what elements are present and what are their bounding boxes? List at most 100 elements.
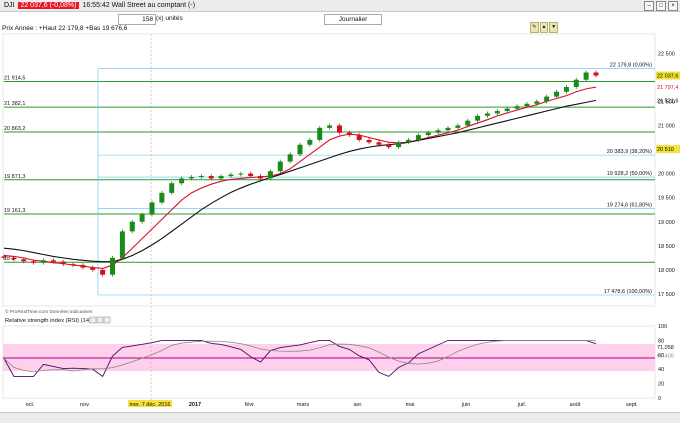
candle-body [287, 154, 293, 162]
rsi-settings-icon[interactable] [89, 316, 97, 324]
candle-body [593, 72, 599, 76]
candle-body [583, 72, 589, 80]
candle-body [149, 202, 155, 215]
candle-body [297, 144, 303, 155]
time-tick-label: mai [406, 402, 415, 408]
time-tick-label: 2017 [189, 402, 201, 408]
level-label: 19 871,3 [4, 174, 25, 180]
price-axis: 22 50022 00021 50021 00020 50020 00019 5… [656, 51, 680, 298]
rsi-title: Relative strength index (RSI) (14) [5, 318, 91, 324]
candle-body [110, 257, 116, 275]
candle-body [100, 269, 106, 275]
candle-body [544, 96, 550, 102]
rsi-tick-label: 0 [658, 396, 661, 402]
time-tick-label: févr. [245, 402, 256, 408]
rsi-value2-label: 67,400 [657, 353, 674, 359]
candle-body [238, 173, 244, 175]
rsi-axis: 10080604020071,05867,400 [656, 324, 680, 402]
price-tick-label: 19 500 [658, 196, 675, 202]
price-tick-label: 17 500 [658, 292, 675, 298]
time-tick-label: juin [461, 402, 471, 408]
rsi-close-icon[interactable] [103, 316, 111, 324]
candle-body [50, 260, 56, 262]
candle-body [139, 214, 145, 222]
candle-body [80, 265, 86, 268]
marker-20510-label: 20 510 [657, 147, 674, 153]
price-panel [2, 33, 656, 307]
candle-body [475, 115, 481, 121]
rsi-toolbar-icons [89, 316, 111, 324]
candle-body [554, 91, 560, 97]
time-tick-label: oct. [26, 402, 35, 408]
candle-body [159, 192, 165, 203]
candle-body [484, 113, 490, 116]
candle-body [406, 139, 412, 143]
time-tick-label: nov. [80, 402, 90, 408]
candle-body [504, 108, 510, 112]
candle-body [366, 139, 372, 143]
price-tick-label: 22 500 [658, 51, 675, 57]
candle-body [534, 101, 540, 104]
candle-body [179, 178, 185, 184]
sma-red-label: 21 797,4 [657, 85, 678, 91]
level-label: 17 478,6 (100,00%) [604, 289, 652, 295]
price-tick-label: 19 000 [658, 220, 675, 226]
candle-body [327, 125, 333, 128]
candle-body [465, 120, 471, 126]
level-label: 22 179,8 (0,00%) [610, 63, 652, 69]
candle-body [21, 259, 27, 262]
candle-body [169, 183, 175, 193]
candle-body [563, 86, 569, 92]
level-label: 21 382,1 [4, 101, 25, 107]
candle-body [208, 176, 214, 179]
candle-body [60, 261, 66, 265]
level-label: 19 274,6 (61,80%) [607, 203, 652, 209]
rsi-value-label: 71,058 [657, 345, 674, 351]
candle-body [435, 130, 441, 133]
time-tick-label: sept. [626, 402, 638, 408]
candle-body [90, 267, 96, 270]
candle-body [31, 261, 37, 263]
price-tick-label: 21 000 [658, 123, 675, 129]
level-label: 21 914,5 [4, 75, 25, 81]
last-price-label: 22 037,6 [657, 74, 678, 80]
time-tick-label: août [570, 402, 581, 408]
sma-black-label: 21 521,6 [657, 98, 678, 104]
candle-body [524, 103, 530, 107]
candle-body [336, 125, 342, 133]
time-tick-label: mer. 7 déc. 2016 [130, 402, 171, 408]
time-tick-label: avr. [354, 402, 363, 408]
candle-body [218, 176, 224, 179]
credit-text: © ProRealTime.com Données indicatives [5, 308, 93, 315]
candle-body [11, 257, 17, 260]
candle-body [188, 176, 194, 179]
status-footer [0, 412, 680, 423]
price-chart[interactable]: 22 179,8 (0,00%) 21 914,5 21 382,1 20 863,2… [0, 0, 680, 422]
candle-body [386, 144, 392, 148]
level-label: 19 161,3 [4, 208, 25, 214]
level-label: 20 383,9 (38,20%) [607, 149, 652, 155]
candle-body [307, 139, 313, 145]
candle-body [376, 142, 382, 145]
candle-body [317, 127, 323, 140]
candle-body [573, 79, 579, 87]
level-label: 19 928,2 (50,00%) [607, 171, 652, 177]
level-label: 20 863,2 [4, 126, 25, 132]
candle-body [267, 171, 273, 179]
price-tick-label: 18 500 [658, 244, 675, 250]
price-tick-label: 20 000 [658, 172, 675, 178]
time-axis: oct. nov. mer. 7 déc. 2016 2017 févr. mars avr… [26, 400, 638, 408]
candle-body [415, 135, 421, 140]
candle-body [198, 176, 204, 178]
time-tick-label: mars [297, 402, 309, 408]
candle-body [356, 135, 362, 140]
candle-body [119, 231, 125, 258]
candle-body [425, 132, 431, 136]
rsi-edit-icon[interactable] [96, 316, 104, 324]
candle-body [346, 132, 352, 136]
candle-body [1, 256, 7, 258]
candle-body [248, 173, 254, 177]
candle-body [277, 161, 283, 172]
rsi-tick-label: 40 [658, 367, 664, 373]
candle-body [396, 142, 402, 148]
